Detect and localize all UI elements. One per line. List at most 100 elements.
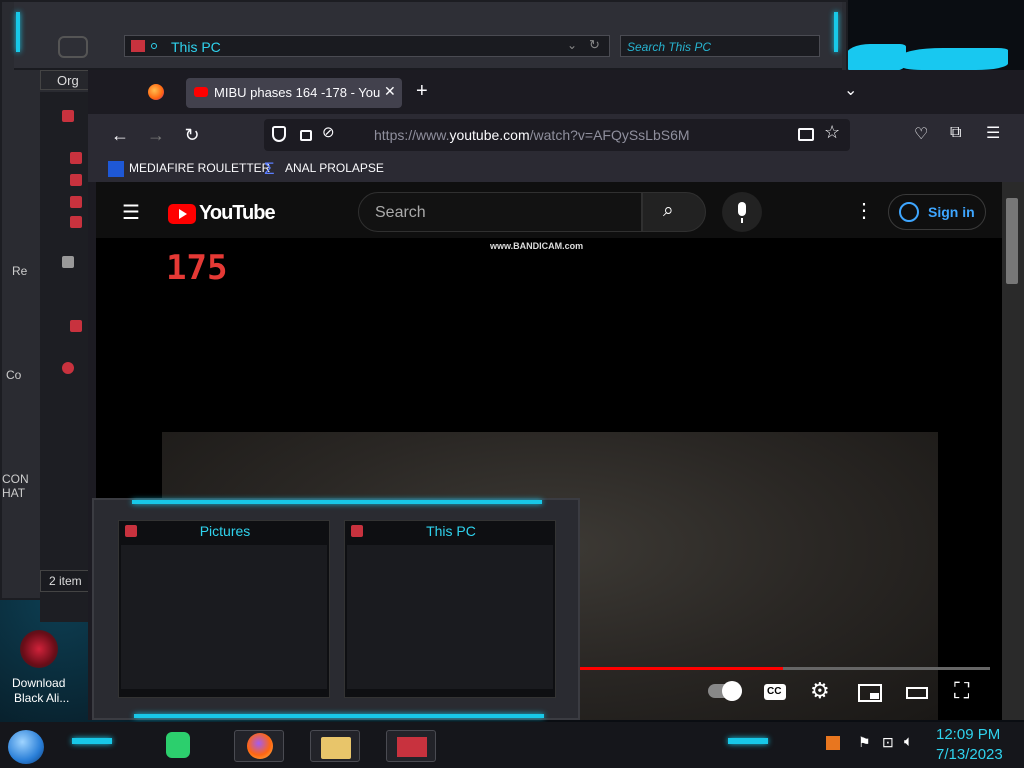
bookmark-label: MEDIAFIRE ROULETTER [129, 161, 271, 175]
desktop-shortcut[interactable]: Download Black Ali... [4, 628, 74, 708]
notes-app-button[interactable] [160, 728, 196, 762]
explorer-toolbar: Org [40, 70, 92, 90]
microphone-icon [738, 202, 746, 216]
app-taskbar-button[interactable] [386, 730, 436, 762]
sign-in-label: Sign in [928, 204, 975, 220]
lock-icon[interactable] [300, 130, 312, 141]
clip-number-overlay: 175 [166, 248, 228, 288]
firefox-icon [247, 733, 273, 759]
url-text: https://www.youtube.com/watch?v=AFQySsLb… [374, 127, 690, 143]
notes-icon [166, 732, 190, 758]
settings-gear-icon[interactable]: ⚙ [810, 678, 830, 704]
miniplayer-icon[interactable] [858, 684, 882, 702]
frame-accent [134, 714, 544, 718]
desktop-text-fragment: Re [12, 264, 28, 278]
thumbnail-window-preview [347, 545, 553, 689]
back-arrow-icon[interactable]: ← [106, 121, 134, 149]
frame-accent [834, 12, 838, 52]
page-scrollbar[interactable] [1002, 182, 1024, 720]
frame-accent [728, 738, 768, 744]
frame-accent [16, 12, 20, 52]
thumbnail-this-pc[interactable]: This PC [344, 520, 556, 698]
folder-icon[interactable] [70, 152, 82, 164]
thumbnail-title: This PC [426, 523, 476, 539]
organize-menu[interactable]: Org [57, 73, 79, 88]
sign-in-button[interactable]: Sign in [888, 194, 986, 230]
yt-search-input[interactable]: Search [358, 192, 642, 232]
shortcut-label-line2: Black Ali... [14, 691, 70, 705]
explorer-taskbar-button[interactable] [310, 730, 360, 762]
explorer-address-bar[interactable]: This PC ⌄ ↻ [124, 35, 610, 57]
shield-icon[interactable] [272, 126, 286, 142]
subtitles-button[interactable]: CC [764, 684, 786, 700]
folder-icon[interactable] [70, 196, 82, 208]
thumbnail-pictures[interactable]: Pictures [118, 520, 330, 698]
explorer-navigation-pane[interactable] [40, 92, 92, 622]
bandicam-tray-icon[interactable] [826, 736, 840, 750]
extensions-icon[interactable]: ⧉ [950, 124, 961, 142]
network-icon[interactable]: ⊡ [882, 734, 894, 751]
browser-tab-active[interactable]: MIBU phases 164 -178 - YouTub ✕ [186, 78, 402, 108]
bookmark-item[interactable]: MEDIAFIRE ROULETTER [108, 159, 270, 179]
yt-search-button[interactable]: ⌕ [642, 192, 706, 232]
thumbnail-title: Pictures [199, 523, 251, 539]
new-tab-icon[interactable]: + [416, 80, 428, 103]
cc-label: CC [767, 686, 782, 697]
bookmark-item[interactable]: Σ ANAL PROLAPSE [264, 159, 384, 179]
close-tab-icon[interactable]: ✕ [384, 83, 396, 100]
explorer-search-placeholder: Search This PC [627, 40, 712, 54]
clock-time[interactable]: 12:09 PM [936, 726, 1000, 743]
pocket-icon[interactable]: ♡ [914, 124, 928, 144]
frame-accent [72, 738, 112, 744]
folder-icon[interactable] [62, 256, 74, 268]
drive-icon[interactable] [62, 362, 74, 374]
theater-mode-icon[interactable] [906, 687, 928, 699]
fullscreen-icon[interactable]: ⛶ [954, 678, 969, 704]
thumbnail-window-preview [121, 545, 327, 689]
firefox-tab-bar: MIBU phases 164 -178 - YouTub ✕ + ⌄ [88, 70, 1024, 114]
youtube-logo-text: YouTube [199, 202, 276, 224]
shortcut-label-line1: Download [12, 676, 66, 690]
folder-icon[interactable] [70, 320, 82, 332]
guide-menu-icon[interactable]: ☰ [122, 200, 140, 225]
yt-search-placeholder: Search [375, 204, 426, 221]
firefox-view-icon[interactable] [148, 84, 164, 100]
desktop-wallpaper-splash [846, 44, 906, 72]
settings-more-icon[interactable]: ⋮ [854, 198, 874, 223]
folder-icon[interactable] [70, 174, 82, 186]
tab-title: MIBU phases 164 -178 - YouTub [214, 85, 380, 100]
youtube-logo[interactable]: YouTube [168, 202, 276, 226]
hamburger-menu-icon[interactable]: ☰ [986, 123, 1000, 143]
permissions-icon[interactable]: ⊘ [322, 123, 335, 141]
desktop-text-fragment: HAT [2, 486, 26, 500]
desktop-text-fragment: CON [2, 472, 29, 486]
bookmark-label: ANAL PROLAPSE [285, 161, 384, 175]
start-button[interactable] [8, 730, 44, 764]
forward-arrow-icon[interactable]: → [142, 121, 170, 149]
reload-icon[interactable]: ↻ [178, 121, 206, 149]
scrollbar-thumb[interactable] [1006, 198, 1018, 284]
picture-in-picture-icon[interactable] [798, 128, 814, 141]
clock-date[interactable]: 7/13/2023 [936, 746, 1003, 763]
refresh-icon[interactable]: ↻ [589, 37, 600, 53]
voice-search-button[interactable] [722, 192, 762, 232]
list-all-tabs-icon[interactable]: ⌄ [844, 80, 857, 100]
chevron-down-icon[interactable]: ⌄ [567, 38, 577, 52]
folder-icon[interactable] [62, 110, 74, 122]
menu-hex-icon[interactable] [58, 36, 88, 58]
flag-icon[interactable]: ⚑ [858, 734, 871, 751]
mediafire-icon [108, 161, 124, 177]
app-icon [397, 737, 427, 757]
explorer-search-box[interactable]: Search This PC [620, 35, 820, 57]
url-bar[interactable]: ⊘ https://www.youtube.com/watch?v=AFQySs… [264, 119, 850, 151]
url-path: /watch?v=AFQySsLbS6M [529, 127, 690, 143]
url-prefix: https://www. [374, 127, 450, 143]
volume-icon[interactable]: 🔈︎ [904, 733, 913, 750]
computer-icon [131, 40, 145, 52]
pin-dot-icon [151, 43, 157, 49]
bookmark-star-icon[interactable]: ☆ [824, 122, 840, 143]
autoplay-toggle[interactable] [708, 681, 742, 701]
explorer-address-text: This PC [171, 39, 221, 55]
firefox-taskbar-button[interactable] [234, 730, 284, 762]
folder-icon[interactable] [70, 216, 82, 228]
